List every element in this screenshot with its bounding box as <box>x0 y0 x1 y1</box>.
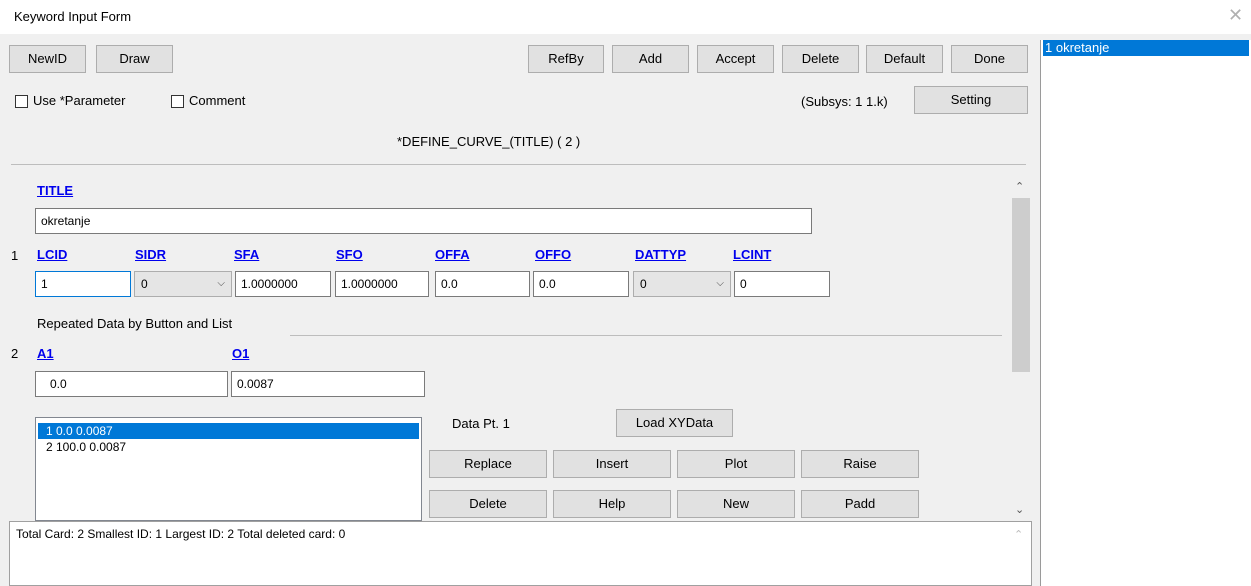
chevron-down-icon: ⌵ <box>716 278 724 289</box>
card1-row-number: 1 <box>11 248 19 263</box>
keyword-list-panel[interactable]: 1 okretanje <box>1040 40 1251 586</box>
default-button[interactable]: Default <box>866 45 943 73</box>
lcid-input[interactable]: 1 <box>35 271 131 297</box>
separator <box>11 164 1026 165</box>
draw-button[interactable]: Draw <box>96 45 173 73</box>
accept-button[interactable]: Accept <box>697 45 774 73</box>
sidr-label[interactable]: SIDR <box>135 247 166 262</box>
dattyp-select[interactable]: 0 ⌵ <box>633 271 731 297</box>
dattyp-label[interactable]: DATTYP <box>635 247 686 262</box>
list-delete-button[interactable]: Delete <box>429 490 547 518</box>
window-title: Keyword Input Form <box>14 9 132 24</box>
scroll-down-icon[interactable]: ⌄ <box>1015 503 1024 516</box>
delete-button[interactable]: Delete <box>782 45 859 73</box>
o1-label[interactable]: O1 <box>232 346 249 361</box>
offa-label[interactable]: OFFA <box>435 247 470 262</box>
offa-input[interactable]: 0.0 <box>435 271 530 297</box>
sfa-label[interactable]: SFA <box>234 247 259 262</box>
offo-label[interactable]: OFFO <box>535 247 571 262</box>
list-item[interactable]: 1 0.0 0.0087 <box>38 423 419 439</box>
lcint-label[interactable]: LCINT <box>733 247 771 262</box>
plot-button[interactable]: Plot <box>677 450 795 478</box>
status-text: Total Card: 2 Smallest ID: 1 Largest ID:… <box>16 527 346 541</box>
subsys-label: (Subsys: 1 1.k) <box>801 94 888 109</box>
card2-row-number: 2 <box>11 346 19 361</box>
use-parameter-label: Use *Parameter <box>33 93 126 108</box>
new-button[interactable]: New <box>677 490 795 518</box>
load-xydata-button[interactable]: Load XYData <box>616 409 733 437</box>
setting-button[interactable]: Setting <box>914 86 1028 114</box>
a1-label[interactable]: A1 <box>37 346 54 361</box>
offo-input[interactable]: 0.0 <box>533 271 629 297</box>
help-button[interactable]: Help <box>553 490 671 518</box>
done-button[interactable]: Done <box>951 45 1028 73</box>
padd-button[interactable]: Padd <box>801 490 919 518</box>
status-box: Total Card: 2 Smallest ID: 1 Largest ID:… <box>9 521 1032 586</box>
title-field-label[interactable]: TITLE <box>37 183 73 198</box>
sfo-input[interactable]: 1.0000000 <box>335 271 429 297</box>
lcid-label[interactable]: LCID <box>37 247 67 262</box>
comment-label: Comment <box>189 93 246 108</box>
refby-button[interactable]: RefBy <box>528 45 604 73</box>
a1-input[interactable]: 0.0 <box>35 371 228 397</box>
sfa-input[interactable]: 1.0000000 <box>235 271 331 297</box>
comment-checkbox[interactable] <box>171 95 184 108</box>
close-icon[interactable]: ✕ <box>1228 5 1243 26</box>
add-button[interactable]: Add <box>612 45 689 73</box>
insert-button[interactable]: Insert <box>553 450 671 478</box>
keyword-list-item[interactable]: 1 okretanje <box>1043 40 1249 56</box>
keyword-header: *DEFINE_CURVE_(TITLE) ( 2 ) <box>397 134 581 149</box>
use-parameter-checkbox[interactable] <box>15 95 28 108</box>
raise-button[interactable]: Raise <box>801 450 919 478</box>
newid-button[interactable]: NewID <box>9 45 86 73</box>
o1-input[interactable]: 0.0087 <box>231 371 425 397</box>
data-point-list[interactable]: 1 0.0 0.0087 2 100.0 0.0087 <box>35 417 422 521</box>
chevron-down-icon: ⌵ <box>217 278 225 289</box>
sidr-select[interactable]: 0 ⌵ <box>134 271 232 297</box>
lcint-input[interactable]: 0 <box>734 271 830 297</box>
scroll-up-icon[interactable]: ⌃ <box>1015 180 1024 193</box>
scrollbar-thumb[interactable] <box>1012 198 1030 372</box>
separator <box>290 335 1002 336</box>
title-input[interactable]: okretanje <box>35 208 812 234</box>
list-item[interactable]: 2 100.0 0.0087 <box>38 439 419 455</box>
sidr-value: 0 <box>141 277 148 291</box>
data-point-label: Data Pt. 1 <box>452 416 510 431</box>
repeated-data-label: Repeated Data by Button and List <box>37 316 233 331</box>
status-scroll-up-icon: ⌃ <box>1014 529 1024 541</box>
replace-button[interactable]: Replace <box>429 450 547 478</box>
dattyp-value: 0 <box>640 277 647 291</box>
title-bar <box>0 0 1251 34</box>
sfo-label[interactable]: SFO <box>336 247 363 262</box>
